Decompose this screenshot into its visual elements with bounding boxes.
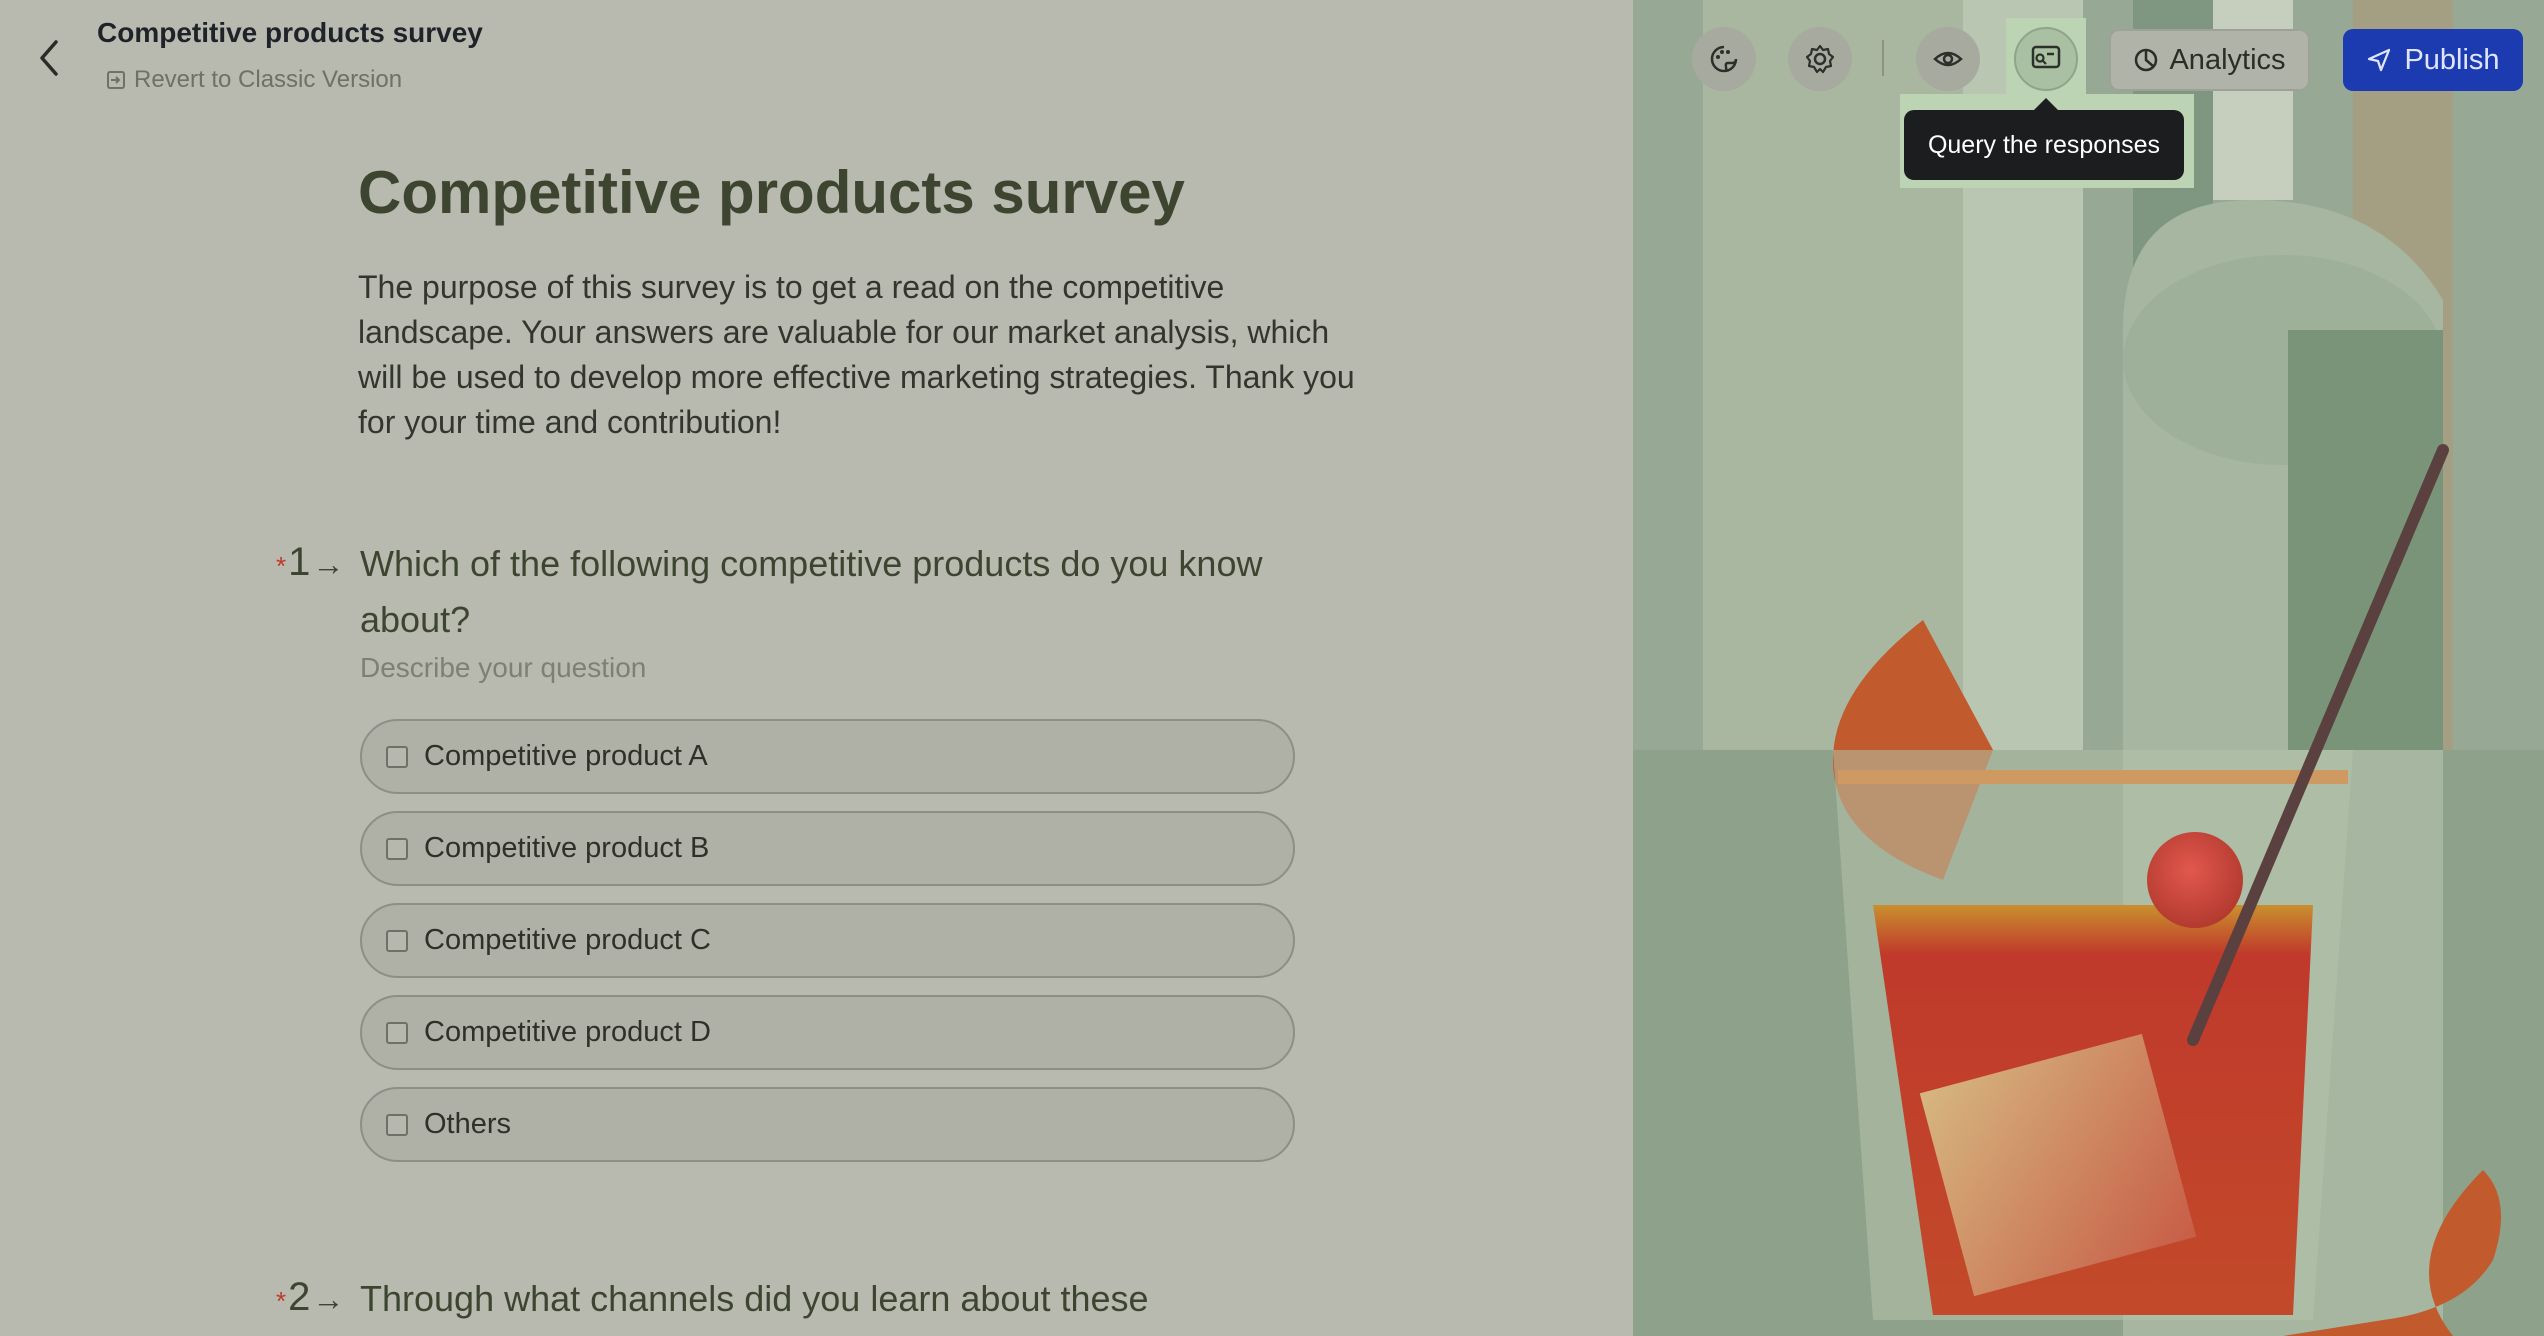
option-label: Competitive product A: [424, 740, 708, 772]
arrow-right-icon: →: [312, 1281, 345, 1317]
option-label: Competitive product B: [424, 832, 710, 864]
theme-icon: [1710, 45, 1738, 73]
send-icon: [2368, 48, 2391, 72]
option-label: Others: [424, 1108, 512, 1140]
query-responses-button[interactable]: [2014, 27, 2078, 91]
checkbox[interactable]: [386, 837, 408, 860]
tooltip: Query the responses: [1904, 110, 2184, 180]
survey-description[interactable]: The purpose of this survey is to get a r…: [358, 265, 1358, 445]
analytics-button[interactable]: Analytics: [2109, 29, 2310, 91]
survey-title[interactable]: Competitive products survey: [358, 158, 1185, 227]
analytics-label: Analytics: [2169, 43, 2286, 76]
question-title-2[interactable]: Through what channels did you learn abou…: [360, 1271, 1149, 1327]
option-label: Competitive product C: [424, 924, 711, 956]
checkbox[interactable]: [386, 1021, 408, 1044]
option-label: Competitive product D: [424, 1016, 711, 1048]
question-index: 2: [288, 1275, 311, 1319]
checkbox[interactable]: [386, 929, 408, 952]
cocktail-illustration: [1633, 0, 2544, 1336]
settings-icon: [1805, 44, 1835, 74]
checkbox[interactable]: [386, 1113, 408, 1136]
question-description-placeholder[interactable]: Describe your question: [360, 652, 646, 684]
question-number-2: * 2 →: [276, 1275, 344, 1320]
theme-button[interactable]: [1692, 27, 1756, 91]
revert-label: Revert to Classic Version: [134, 66, 403, 93]
publish-label: Publish: [2404, 43, 2500, 76]
question-index: 1: [288, 540, 311, 584]
arrow-right-icon: →: [312, 546, 345, 582]
required-mark: *: [276, 551, 287, 581]
required-mark: *: [276, 1286, 287, 1316]
cover-image: [1633, 0, 2544, 1336]
option-item[interactable]: Competitive product B: [360, 811, 1295, 886]
option-item[interactable]: Competitive product C: [360, 903, 1295, 978]
publish-button[interactable]: Publish: [2343, 29, 2523, 91]
query-responses-icon: [2031, 45, 2061, 69]
document-title: Competitive products survey: [97, 17, 483, 48]
revert-classic-link[interactable]: Revert to Classic Version: [106, 66, 402, 94]
option-item[interactable]: Competitive product A: [360, 719, 1295, 794]
question-title-1[interactable]: Which of the following competitive produ…: [360, 536, 1340, 648]
analytics-icon: [2135, 48, 2158, 72]
toolbar-divider: [1882, 40, 1884, 76]
settings-button[interactable]: [1788, 27, 1852, 91]
option-item[interactable]: Competitive product D: [360, 995, 1295, 1070]
chevron-left-icon: [40, 40, 58, 76]
option-item[interactable]: Others: [360, 1087, 1295, 1162]
preview-button[interactable]: [1916, 27, 1980, 91]
question-number-1: * 1 →: [276, 540, 344, 585]
checkbox[interactable]: [386, 745, 408, 768]
revert-icon: [107, 71, 125, 89]
tooltip-arrow: [2034, 98, 2058, 110]
eye-icon: [1933, 51, 1963, 67]
back-button[interactable]: [28, 36, 72, 80]
form-panel: Competitive products survey Revert to Cl…: [0, 0, 1633, 1336]
